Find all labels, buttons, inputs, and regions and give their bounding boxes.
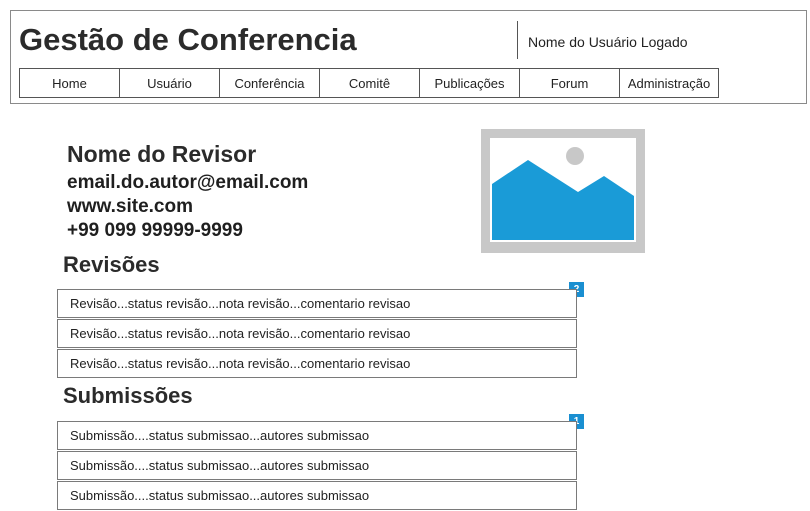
reviewer-website: www.site.com — [67, 196, 193, 217]
reviews-section-title: Revisões — [63, 252, 160, 277]
user-separator — [517, 21, 518, 59]
app-title: Gestão de Conferencia — [19, 22, 357, 57]
review-item[interactable]: Revisão...status revisão...nota revisão.… — [57, 349, 577, 378]
submissions-section-title: Submissões — [63, 383, 193, 408]
reviews-list: Revisão...status revisão...nota revisão.… — [57, 289, 577, 379]
submission-item[interactable]: Submissão....status submissao...autores … — [57, 451, 577, 480]
nav-item-comite[interactable]: Comitê — [320, 69, 420, 97]
main-nav: Home Usuário Conferência Comitê Publicaç… — [19, 68, 719, 98]
nav-item-home[interactable]: Home — [20, 69, 120, 97]
nav-item-forum[interactable]: Forum — [520, 69, 620, 97]
review-item[interactable]: Revisão...status revisão...nota revisão.… — [57, 319, 577, 348]
reviewer-photo — [481, 129, 645, 253]
nav-item-administracao[interactable]: Administração — [620, 69, 718, 97]
submissions-list: Submissão....status submissao...autores … — [57, 421, 577, 511]
submission-item[interactable]: Submissão....status submissao...autores … — [57, 421, 577, 450]
nav-item-conferencia[interactable]: Conferência — [220, 69, 320, 97]
reviewer-name: Nome do Revisor — [67, 141, 257, 167]
header: Gestão de Conferencia Nome do Usuário Lo… — [10, 10, 807, 104]
reviewer-email: email.do.autor@email.com — [67, 172, 309, 193]
nav-item-publicacoes[interactable]: Publicações — [420, 69, 520, 97]
logged-user-name[interactable]: Nome do Usuário Logado — [528, 34, 688, 50]
submission-item[interactable]: Submissão....status submissao...autores … — [57, 481, 577, 510]
review-item[interactable]: Revisão...status revisão...nota revisão.… — [57, 289, 577, 318]
image-placeholder-icon — [490, 138, 636, 242]
reviewer-phone: +99 099 99999-9999 — [67, 220, 243, 241]
nav-item-usuario[interactable]: Usuário — [120, 69, 220, 97]
